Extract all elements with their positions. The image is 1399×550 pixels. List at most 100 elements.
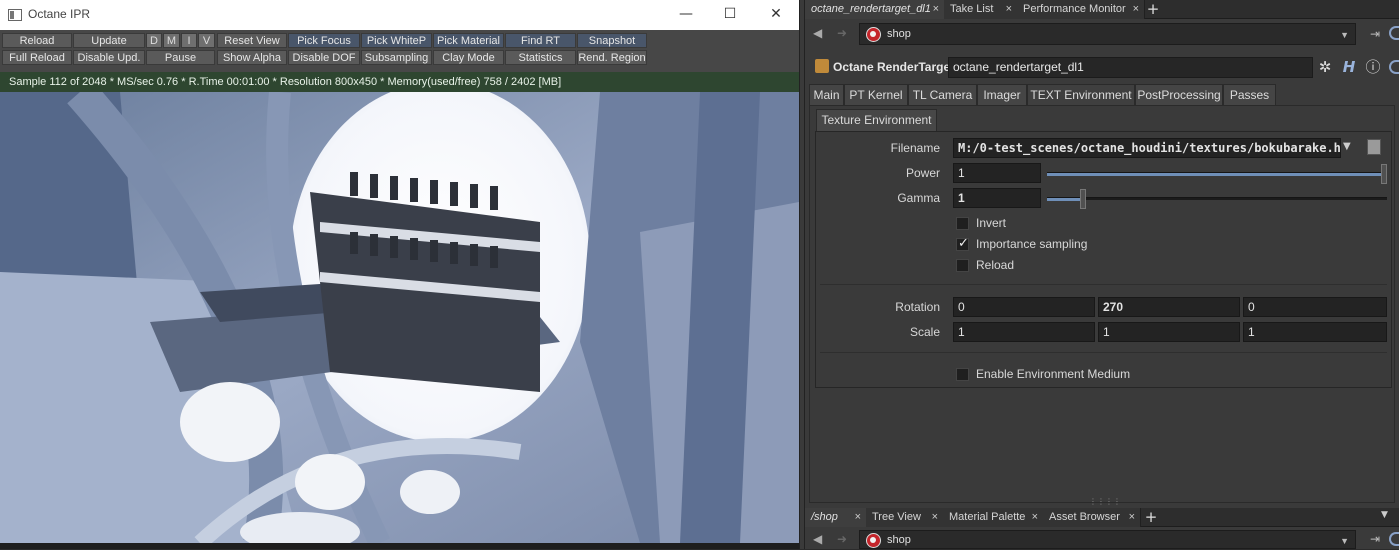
rotation-x-input[interactable]: 0 — [953, 297, 1095, 317]
tab-tl-camera[interactable]: TL Camera — [908, 84, 977, 105]
scale-x-input[interactable]: 1 — [953, 322, 1095, 342]
tab-imager[interactable]: Imager — [977, 84, 1027, 105]
help-h-icon[interactable]: H — [1340, 58, 1358, 76]
gamma-slider[interactable] — [1047, 189, 1387, 209]
chevron-down-icon[interactable]: ▼ — [1343, 137, 1357, 157]
tab-texture-environment[interactable]: Texture Environment — [816, 109, 937, 131]
forward-arrow-icon[interactable]: ➜ — [837, 27, 849, 39]
forward-arrow-icon[interactable]: ➜ — [837, 533, 849, 545]
path-label: shop — [887, 28, 911, 40]
full-reload-button[interactable]: Full Reload — [2, 50, 72, 65]
gamma-slider-handle[interactable] — [1080, 189, 1087, 209]
info-icon[interactable]: ⓘ — [1364, 58, 1382, 76]
close-icon[interactable]: ✕ — [764, 4, 788, 24]
link-icon[interactable] — [1389, 26, 1399, 40]
back-arrow-icon[interactable]: ◀ — [813, 27, 825, 39]
m-toggle-button[interactable]: M — [163, 33, 180, 48]
render-viewport[interactable] — [0, 92, 799, 543]
tab-octane-rendertarget[interactable]: octane_rendertarget_dl1 × — [805, 0, 945, 19]
close-tab-icon[interactable]: × — [1032, 508, 1038, 526]
clay-mode-button[interactable]: Clay Mode — [433, 50, 504, 65]
enable-environment-medium-checkbox[interactable] — [956, 368, 969, 381]
scale-z-input[interactable]: 1 — [1243, 322, 1387, 342]
pane-menu-icon[interactable]: ▼ — [1381, 510, 1393, 522]
path-bar: ◀ ➜ shop ▼ ⇥ — [805, 19, 1399, 49]
shop-network-icon — [866, 533, 881, 548]
close-tab-icon[interactable]: × — [932, 508, 938, 526]
reload-button[interactable]: Reload — [2, 33, 72, 48]
update-button[interactable]: Update — [73, 33, 145, 48]
reset-view-button[interactable]: Reset View — [217, 33, 287, 48]
v-toggle-button[interactable]: V — [198, 33, 215, 48]
find-rt-button[interactable]: Find RT — [505, 33, 576, 48]
tab-text-environment[interactable]: TEXT Environment — [1027, 84, 1135, 105]
disable-update-button[interactable]: Disable Upd. — [73, 50, 145, 65]
i-toggle-button[interactable]: I — [181, 33, 197, 48]
tab-postprocessing[interactable]: PostProcessing — [1135, 84, 1223, 105]
network-path-field[interactable]: shop ▼ — [859, 530, 1356, 549]
node-name-field[interactable]: octane_rendertarget_dl1 — [948, 57, 1313, 78]
tab-performance-monitor[interactable]: Performance Monitor × — [1017, 0, 1145, 19]
tab-material-palette[interactable]: Material Palette × — [943, 508, 1044, 527]
shop-network-icon — [866, 27, 881, 42]
add-tab-icon[interactable]: + — [1145, 0, 1161, 19]
power-slider-handle[interactable] — [1381, 164, 1387, 184]
rotation-z-input[interactable]: 0 — [1243, 297, 1387, 317]
gamma-input[interactable]: 1 — [953, 188, 1041, 208]
pick-whitepoint-button[interactable]: Pick WhiteP — [361, 33, 432, 48]
scale-y-input[interactable]: 1 — [1098, 322, 1240, 342]
network-path-bar: ◀ ➜ shop ▼ ⇥ — [805, 528, 1399, 549]
close-tab-icon[interactable]: × — [1133, 0, 1139, 18]
chevron-down-icon[interactable]: ▼ — [1340, 532, 1349, 550]
file-browse-icon[interactable] — [1367, 139, 1381, 155]
gamma-label: Gamma — [897, 191, 940, 205]
tab-pt-kernel[interactable]: PT Kernel — [844, 84, 908, 105]
tab-shop[interactable]: /shop × — [805, 508, 867, 527]
statistics-button[interactable]: Statistics — [505, 50, 576, 65]
power-input[interactable]: 1 — [953, 163, 1041, 183]
rotation-y-input[interactable]: 270 — [1098, 297, 1240, 317]
pin-icon[interactable]: ⇥ — [1368, 532, 1382, 546]
render-region-button[interactable]: Rend. Region — [577, 50, 647, 65]
link-icon[interactable] — [1389, 60, 1399, 74]
link-icon[interactable] — [1389, 532, 1399, 546]
network-pane: ⋮⋮⋮⋮ /shop × Tree View × Material Palett… — [805, 498, 1399, 549]
maximize-icon[interactable]: ☐ — [718, 4, 742, 24]
subsampling-button[interactable]: Subsampling — [361, 50, 432, 65]
close-tab-icon[interactable]: × — [933, 0, 939, 18]
add-tab-icon[interactable]: + — [1143, 508, 1159, 527]
filename-input[interactable]: M:/0-test_scenes/octane_houdini/textures… — [953, 138, 1341, 158]
tab-main[interactable]: Main — [809, 84, 844, 105]
pause-button[interactable]: Pause — [146, 50, 215, 65]
show-alpha-button[interactable]: Show Alpha — [217, 50, 287, 65]
tab-passes[interactable]: Passes — [1223, 84, 1276, 105]
window-title: Octane IPR — [28, 7, 91, 21]
pick-material-button[interactable]: Pick Material — [433, 33, 504, 48]
power-slider[interactable] — [1047, 164, 1387, 184]
pane-resize-grip[interactable]: ⋮⋮⋮⋮ — [1075, 498, 1135, 506]
disable-dof-button[interactable]: Disable DOF — [288, 50, 360, 65]
tab-label: Performance Monitor — [1023, 3, 1126, 15]
importance-sampling-checkbox[interactable] — [956, 236, 969, 251]
tab-take-list[interactable]: Take List × — [944, 0, 1018, 19]
tab-asset-browser[interactable]: Asset Browser × — [1043, 508, 1141, 527]
tab-tree-view[interactable]: Tree View × — [866, 508, 944, 527]
octane-ipr-window: Octane IPR — ☐ ✕ Reload Update D M I V R… — [0, 0, 799, 549]
snapshot-button[interactable]: Snapshot — [577, 33, 647, 48]
close-tab-icon[interactable]: × — [1129, 508, 1135, 526]
back-arrow-icon[interactable]: ◀ — [813, 533, 825, 545]
close-tab-icon[interactable]: × — [855, 508, 861, 526]
network-path-field[interactable]: shop ▼ — [859, 23, 1356, 45]
d-toggle-button[interactable]: D — [146, 33, 162, 48]
gear-icon[interactable]: ✲ — [1316, 58, 1334, 76]
parameter-pane: octane_rendertarget_dl1 × Take List × Pe… — [805, 0, 1399, 503]
tab-label: /shop — [811, 511, 838, 523]
invert-label: Invert — [976, 216, 1007, 230]
invert-checkbox[interactable] — [956, 217, 969, 230]
reload-checkbox[interactable] — [956, 259, 969, 272]
close-tab-icon[interactable]: × — [1006, 0, 1012, 18]
pin-icon[interactable]: ⇥ — [1368, 27, 1382, 41]
minimize-icon[interactable]: — — [674, 4, 698, 24]
pick-focus-button[interactable]: Pick Focus — [288, 33, 360, 48]
chevron-down-icon[interactable]: ▼ — [1340, 25, 1349, 45]
